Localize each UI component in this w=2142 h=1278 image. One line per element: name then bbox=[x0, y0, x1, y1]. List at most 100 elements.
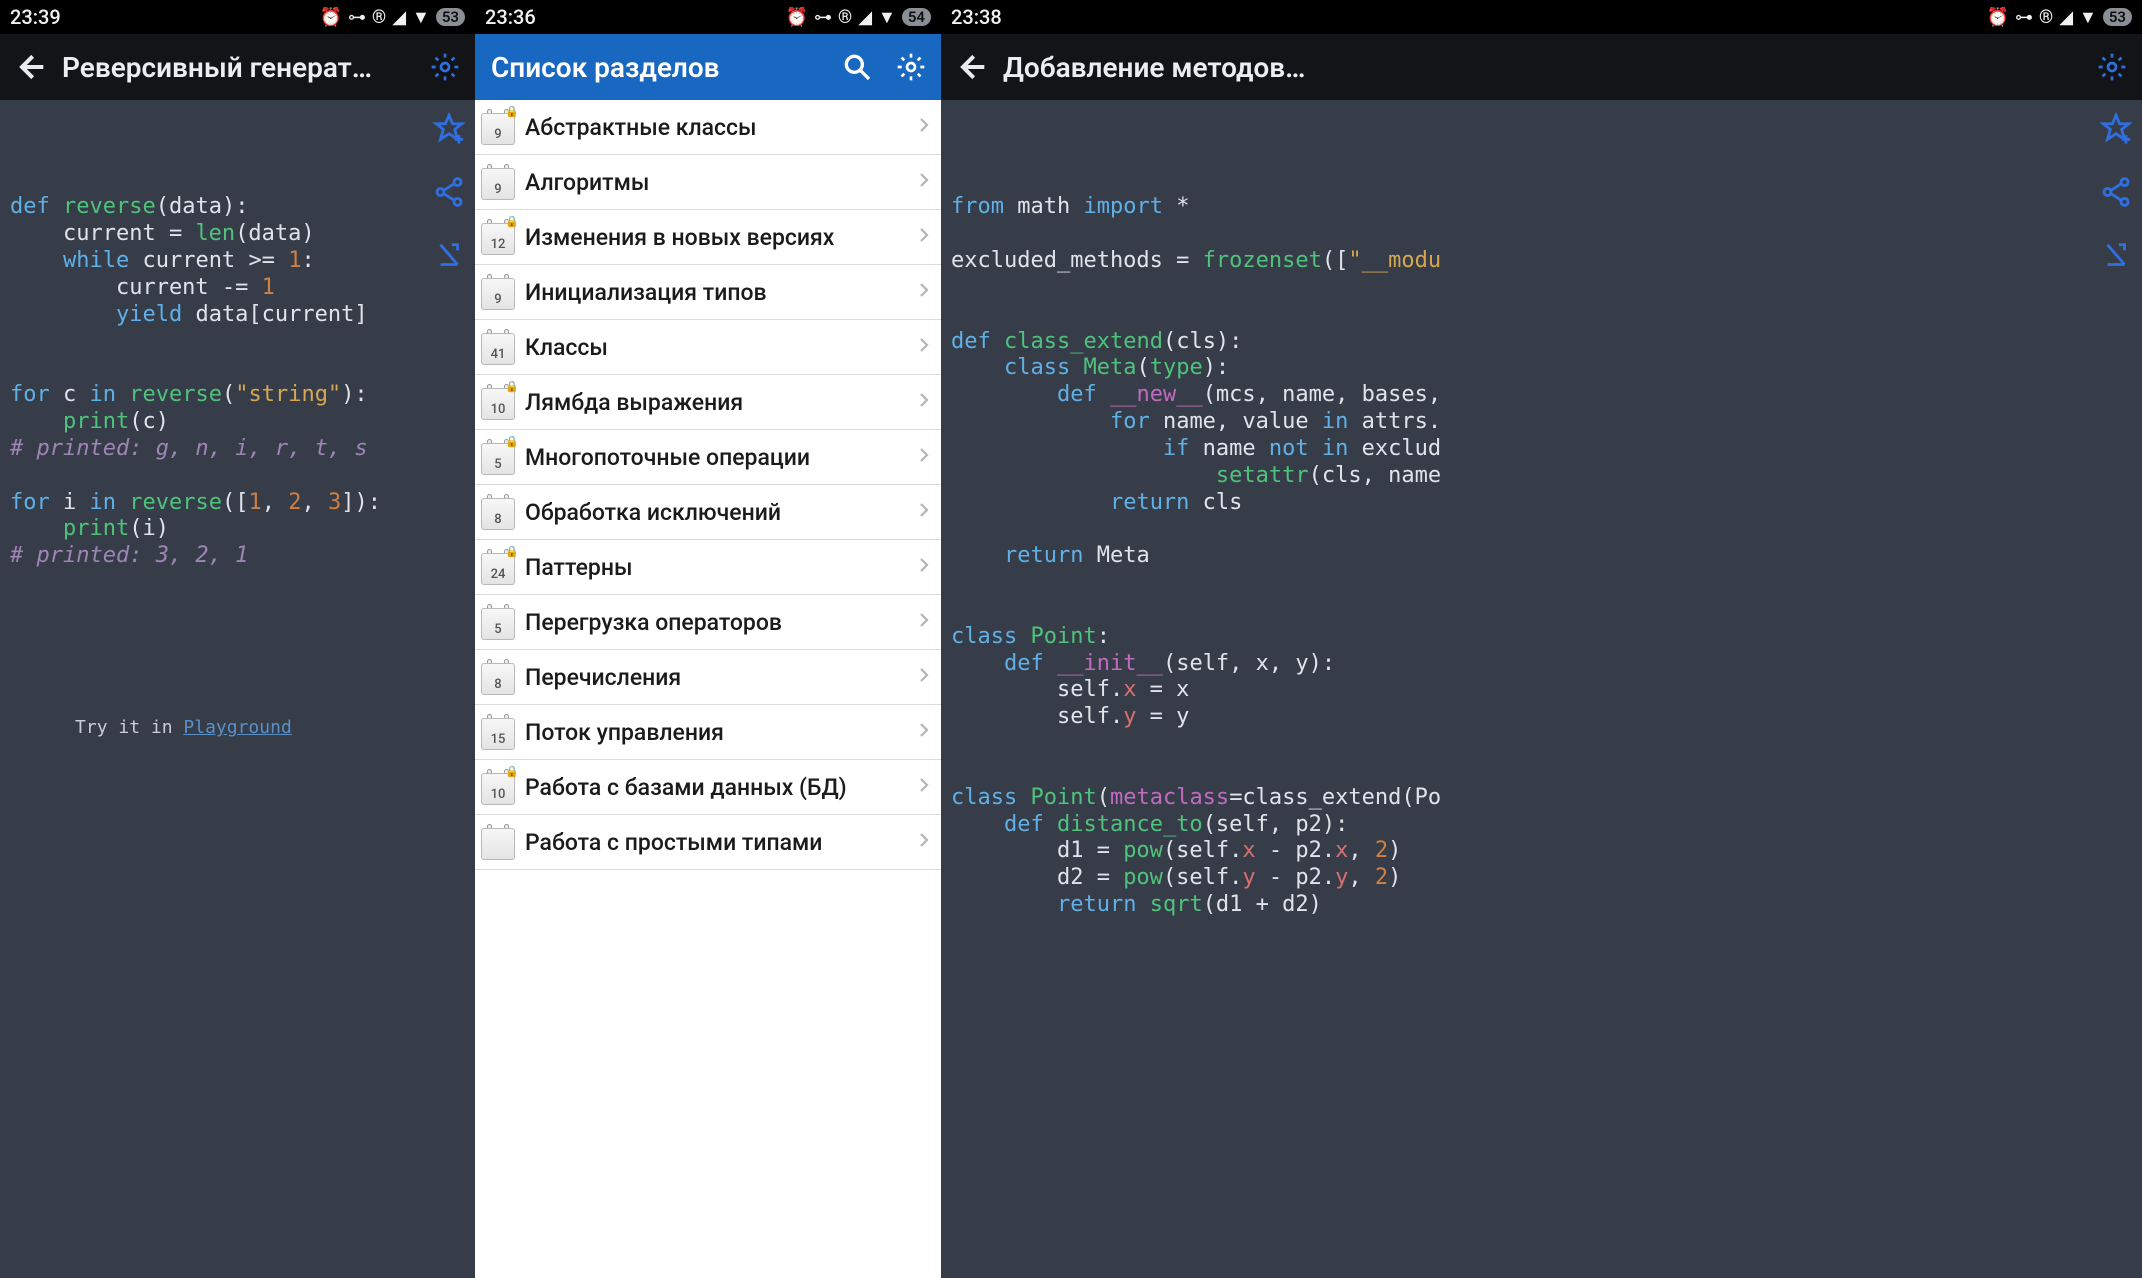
pane-sections-list: 23:36 ⏰ ⊶ ® ◢ ▼ 54 Список разделов 9 🔒 А… bbox=[475, 0, 941, 1278]
list-item[interactable]: 10 🔒 Работа с базами данных (БД) bbox=[475, 760, 941, 815]
chevron-right-icon bbox=[915, 501, 933, 523]
code-line: setattr(cls, name bbox=[951, 463, 2132, 490]
settings-button[interactable] bbox=[889, 45, 933, 89]
code-line: for c in reverse("string"): bbox=[10, 382, 465, 409]
list-item[interactable]: 15 Поток управления bbox=[475, 705, 941, 760]
wifi-icon: ▼ bbox=[878, 7, 896, 28]
back-button[interactable] bbox=[8, 45, 52, 89]
collapse-button[interactable] bbox=[429, 236, 469, 276]
item-label: Паттерны bbox=[525, 554, 915, 581]
app-bar: Добавление методов… bbox=[941, 34, 2142, 100]
code-line: return cls bbox=[951, 490, 2132, 517]
list-item[interactable]: 5 Перегрузка операторов bbox=[475, 595, 941, 650]
settings-button[interactable] bbox=[423, 45, 467, 89]
favorite-button[interactable] bbox=[429, 108, 469, 148]
list-item[interactable]: Работа с простыми типами bbox=[475, 815, 941, 870]
wifi-icon: ▼ bbox=[2079, 7, 2097, 28]
list-item[interactable]: 8 Обработка исключений bbox=[475, 485, 941, 540]
calendar-icon bbox=[481, 824, 515, 860]
code-line: current -= 1 bbox=[10, 275, 465, 302]
code-line: self.x = x bbox=[951, 677, 2132, 704]
list-item[interactable]: 9 Инициализация типов bbox=[475, 265, 941, 320]
list-item[interactable]: 24 🔒 Паттерны bbox=[475, 540, 941, 595]
item-label: Перегрузка операторов bbox=[525, 609, 915, 636]
calendar-icon: 10 🔒 bbox=[481, 769, 515, 805]
settings-button[interactable] bbox=[2090, 45, 2134, 89]
status-bar: 23:38 ⏰ ⊶ ® ◢ ▼ 53 bbox=[941, 0, 2142, 34]
chevron-right-icon bbox=[915, 226, 933, 248]
pane-code-left: 23:39 ⏰ ⊶ ® ◢ ▼ 53 Реверсивный генерат… bbox=[0, 0, 475, 1278]
code-line: if name not in exclud bbox=[951, 436, 2132, 463]
alarm-icon: ⏰ bbox=[320, 7, 342, 28]
chevron-right-icon bbox=[915, 831, 933, 853]
code-line bbox=[951, 275, 2132, 302]
try-it-line: Try it in Playground bbox=[10, 695, 465, 761]
chevron-right-icon bbox=[915, 611, 933, 633]
code-line: # printed: g, n, i, r, t, s bbox=[10, 436, 465, 463]
code-view[interactable]: def reverse(data): current = len(data) w… bbox=[0, 100, 475, 1278]
share-button[interactable] bbox=[429, 172, 469, 212]
item-label: Поток управления bbox=[525, 719, 915, 746]
item-label: Лямбда выражения bbox=[525, 389, 915, 416]
playground-link[interactable]: Playground bbox=[183, 717, 291, 738]
floating-actions bbox=[2096, 108, 2136, 276]
item-count: 41 bbox=[481, 333, 515, 365]
code-line: current = len(data) bbox=[10, 221, 465, 248]
code-line: # printed: 3, 2, 1 bbox=[10, 543, 465, 570]
page-title: Реверсивный генерат… bbox=[62, 51, 413, 84]
chevron-right-icon bbox=[915, 116, 933, 138]
lock-icon: 🔒 bbox=[505, 435, 519, 448]
list-item[interactable]: 9 🔒 Абстрактные классы bbox=[475, 100, 941, 155]
item-count: 15 bbox=[481, 718, 515, 750]
status-time: 23:39 bbox=[10, 5, 61, 29]
lock-icon: 🔒 bbox=[505, 765, 519, 778]
chevron-right-icon bbox=[915, 556, 933, 578]
signal-icon: ◢ bbox=[392, 7, 406, 28]
item-count: 9 bbox=[481, 278, 515, 310]
chevron-right-icon bbox=[915, 666, 933, 688]
battery-badge: 54 bbox=[902, 8, 931, 26]
list-item[interactable]: 41 Классы bbox=[475, 320, 941, 375]
list-item[interactable]: 12 🔒 Изменения в новых версиях bbox=[475, 210, 941, 265]
list-item[interactable]: 5 🔒 Многопоточные операции bbox=[475, 430, 941, 485]
code-line bbox=[10, 463, 465, 490]
chevron-right-icon bbox=[915, 336, 933, 358]
chevron-right-icon bbox=[915, 446, 933, 468]
wifi-icon: ▼ bbox=[412, 7, 430, 28]
calendar-icon: 9 🔒 bbox=[481, 109, 515, 145]
list-item[interactable]: 9 Алгоритмы bbox=[475, 155, 941, 210]
app-bar: Реверсивный генерат… bbox=[0, 34, 475, 100]
calendar-icon: 24 🔒 bbox=[481, 549, 515, 585]
code-line: class Point: bbox=[951, 624, 2132, 651]
chevron-right-icon bbox=[915, 776, 933, 798]
code-view[interactable]: from math import * excluded_methods = fr… bbox=[941, 100, 2142, 1278]
code-line bbox=[10, 329, 465, 356]
share-button[interactable] bbox=[2096, 172, 2136, 212]
signal-icon: ◢ bbox=[858, 7, 872, 28]
alarm-icon: ⏰ bbox=[1987, 7, 2009, 28]
item-count: 8 bbox=[481, 498, 515, 530]
list-item[interactable]: 10 🔒 Лямбда выражения bbox=[475, 375, 941, 430]
status-time: 23:38 bbox=[951, 5, 1002, 29]
item-label: Перечисления bbox=[525, 664, 915, 691]
code-line bbox=[951, 731, 2132, 758]
back-button[interactable] bbox=[949, 45, 993, 89]
lock-icon: 🔒 bbox=[505, 215, 519, 228]
collapse-button[interactable] bbox=[2096, 236, 2136, 276]
item-count: 5 bbox=[481, 608, 515, 640]
code-line bbox=[951, 570, 2132, 597]
sections-list[interactable]: 9 🔒 Абстрактные классы 9 Алгоритмы 12 🔒 … bbox=[475, 100, 941, 1278]
list-item[interactable]: 8 Перечисления bbox=[475, 650, 941, 705]
code-line: print(c) bbox=[10, 409, 465, 436]
search-button[interactable] bbox=[835, 45, 879, 89]
favorite-button[interactable] bbox=[2096, 108, 2136, 148]
code-line: excluded_methods = frozenset(["__modu bbox=[951, 248, 2132, 275]
code-line: return Meta bbox=[951, 543, 2132, 570]
page-title: Список разделов bbox=[483, 51, 825, 84]
item-count: 8 bbox=[481, 663, 515, 695]
calendar-icon: 8 bbox=[481, 659, 515, 695]
code-line: d2 = pow(self.y - p2.y, 2) bbox=[951, 865, 2132, 892]
status-bar: 23:36 ⏰ ⊶ ® ◢ ▼ 54 bbox=[475, 0, 941, 34]
code-line bbox=[951, 516, 2132, 543]
code-line bbox=[951, 302, 2132, 329]
